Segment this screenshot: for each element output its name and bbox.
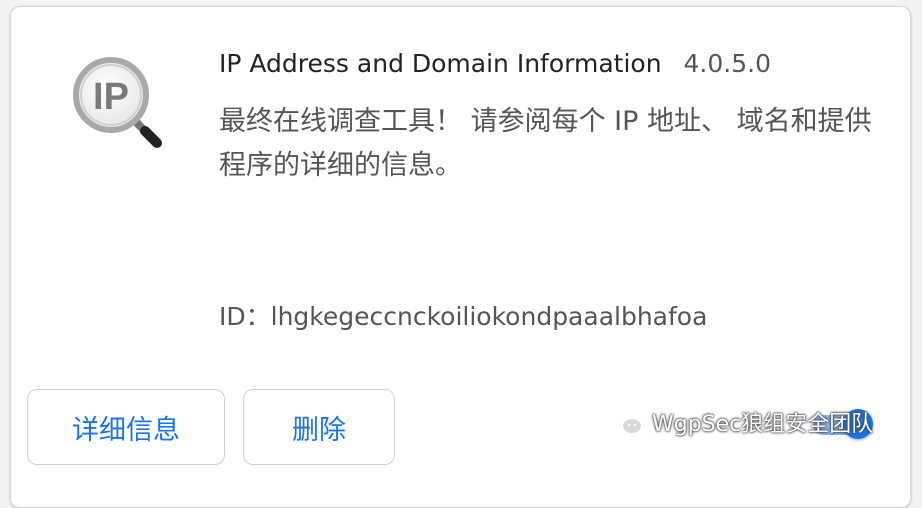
extension-card: IP IP Address and Domain Information 4.0… [10, 6, 911, 508]
toggle-knob [843, 409, 873, 439]
logo-text: IP [93, 76, 129, 118]
extension-title-row: IP Address and Domain Information 4.0.5.… [219, 49, 771, 78]
extension-version: 4.0.5.0 [683, 49, 771, 78]
details-button[interactable]: 详细信息 [27, 389, 225, 465]
extension-id-value: lhgkegeccnckoiliokondpaaalbhafoa [270, 302, 708, 331]
extension-description: 最终在线调查工具！ 请参阅每个 IP 地址、 域名和提供程序的详细的信息。 [219, 106, 872, 181]
enable-toggle[interactable] [811, 407, 873, 439]
ip-magnifier-logo-icon: IP [69, 53, 169, 153]
remove-button[interactable]: 删除 [243, 389, 395, 465]
extension-id: ID：lhgkegeccnckoiliokondpaaalbhafoa [219, 297, 707, 333]
extension-id-label: ID： [219, 302, 271, 331]
extension-name: IP Address and Domain Information [219, 49, 662, 78]
